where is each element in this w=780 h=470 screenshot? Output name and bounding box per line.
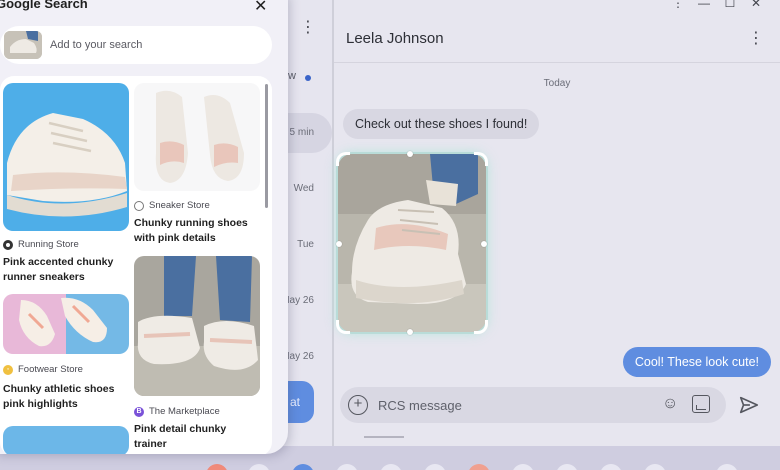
result-title[interactable]: Pink accented chunky runner sneakers xyxy=(3,255,129,285)
window-close-icon[interactable]: ✕ xyxy=(750,0,762,10)
selection-handle[interactable] xyxy=(407,329,413,335)
search-results: Running Store Pink accented chunky runne… xyxy=(0,76,272,454)
list-menu-icon[interactable]: ⋮ xyxy=(300,18,316,38)
add-attachment-icon[interactable]: + xyxy=(348,395,368,415)
google-search-panel: Google Search ✕ Add to your search Runni… xyxy=(0,0,288,454)
result-card[interactable] xyxy=(3,426,129,454)
add-to-search-bar[interactable] xyxy=(0,26,272,64)
window-menu-icon[interactable]: ⋮ xyxy=(672,0,684,10)
result-store: ◦ Footwear Store xyxy=(3,364,83,375)
taskbar-app-icon[interactable] xyxy=(424,464,446,470)
taskbar-app-icon[interactable] xyxy=(556,464,578,470)
taskbar-app-icon[interactable] xyxy=(512,464,534,470)
result-image[interactable] xyxy=(3,83,129,231)
result-image[interactable] xyxy=(3,426,129,454)
selection-handle[interactable] xyxy=(407,151,413,157)
start-chat-label: at xyxy=(289,395,300,409)
store-logo-icon xyxy=(134,200,144,211)
selected-image-thumbnail[interactable] xyxy=(4,31,42,59)
conversation-time: Tue xyxy=(297,239,314,250)
send-icon[interactable] xyxy=(738,394,760,416)
window-controls: ⋮ — ☐ ✕ xyxy=(672,0,762,10)
store-logo-icon: ◦ xyxy=(3,364,13,375)
taskbar-app-icon[interactable] xyxy=(336,464,358,470)
taskbar-app-icon[interactable] xyxy=(716,464,738,470)
result-image[interactable] xyxy=(134,83,260,191)
date-separator: Today xyxy=(543,78,571,89)
store-name: Sneaker Store xyxy=(149,200,210,211)
taskbar-app-icon[interactable] xyxy=(644,464,666,470)
close-icon[interactable]: ✕ xyxy=(254,0,267,16)
emoji-icon[interactable]: ☺ xyxy=(662,395,678,413)
conversation-time: 5 min xyxy=(289,127,314,138)
message-input[interactable] xyxy=(378,393,648,417)
taskbar-app-icon[interactable] xyxy=(468,464,490,470)
result-store: Running Store xyxy=(3,239,79,250)
store-logo-icon: B xyxy=(134,406,144,417)
result-card[interactable]: Running Store Pink accented chunky runne… xyxy=(3,83,129,288)
result-store: Sneaker Store xyxy=(134,200,210,211)
outgoing-message-bubble[interactable]: Cool! These look cute! xyxy=(622,347,771,377)
taskbar-app-icon[interactable] xyxy=(380,464,402,470)
minimize-icon[interactable]: — xyxy=(698,0,710,10)
compose-bar: + ☺ xyxy=(340,387,726,423)
contact-name: Leela Johnson xyxy=(346,30,444,47)
result-card[interactable]: Sneaker Store Chunky running shoes with … xyxy=(134,83,260,248)
taskbar-app-icon[interactable] xyxy=(206,464,228,470)
taskbar-app-icon[interactable] xyxy=(292,464,314,470)
chat-menu-icon[interactable]: ⋮ xyxy=(748,28,764,48)
result-image[interactable] xyxy=(3,294,129,354)
shoe-photo[interactable] xyxy=(338,154,486,332)
results-scrollbar[interactable] xyxy=(265,84,268,208)
maximize-icon[interactable]: ☐ xyxy=(724,0,736,10)
selection-handle[interactable] xyxy=(336,241,342,247)
chat-pane: ⋮ — ☐ ✕ Leela Johnson ⋮ Today Check out … xyxy=(334,0,780,446)
result-title[interactable]: Chunky athletic shoes pink highlights xyxy=(3,382,129,412)
outgoing-message-text: Cool! These look cute! xyxy=(634,355,759,369)
result-card[interactable]: B The Marketplace Pink detail chunky tra… xyxy=(134,256,260,454)
conversation-time: Wed xyxy=(293,183,314,194)
gallery-icon[interactable] xyxy=(692,395,710,413)
selection-corner[interactable] xyxy=(474,152,488,166)
store-name: Running Store xyxy=(18,239,79,250)
result-title[interactable]: Pink detail chunky trainer xyxy=(134,422,260,452)
taskbar-app-icon[interactable] xyxy=(600,464,622,470)
panel-title: Google Search xyxy=(0,0,88,11)
store-name: Footwear Store xyxy=(18,364,83,375)
add-to-search-input[interactable] xyxy=(50,33,250,57)
selection-handle[interactable] xyxy=(481,241,487,247)
header-divider xyxy=(334,62,780,63)
conversation-fragment-text: w xyxy=(288,70,296,82)
store-logo-icon xyxy=(3,239,13,250)
result-image[interactable] xyxy=(134,256,260,396)
taskbar-app-icon[interactable] xyxy=(248,464,270,470)
selection-corner[interactable] xyxy=(336,320,350,334)
unread-indicator xyxy=(305,75,311,81)
gesture-bar xyxy=(364,436,404,438)
shoe-photo-image xyxy=(338,154,486,332)
incoming-message-bubble[interactable]: Check out these shoes I found! xyxy=(343,109,540,139)
store-name: The Marketplace xyxy=(149,406,220,417)
result-card[interactable]: ◦ Footwear Store Chunky athletic shoes p… xyxy=(3,294,129,424)
selection-corner[interactable] xyxy=(474,320,488,334)
result-store: B The Marketplace xyxy=(134,406,220,417)
selection-corner[interactable] xyxy=(336,152,350,166)
incoming-message-text: Check out these shoes I found! xyxy=(355,117,528,131)
result-title[interactable]: Chunky running shoes with pink details xyxy=(134,216,260,246)
